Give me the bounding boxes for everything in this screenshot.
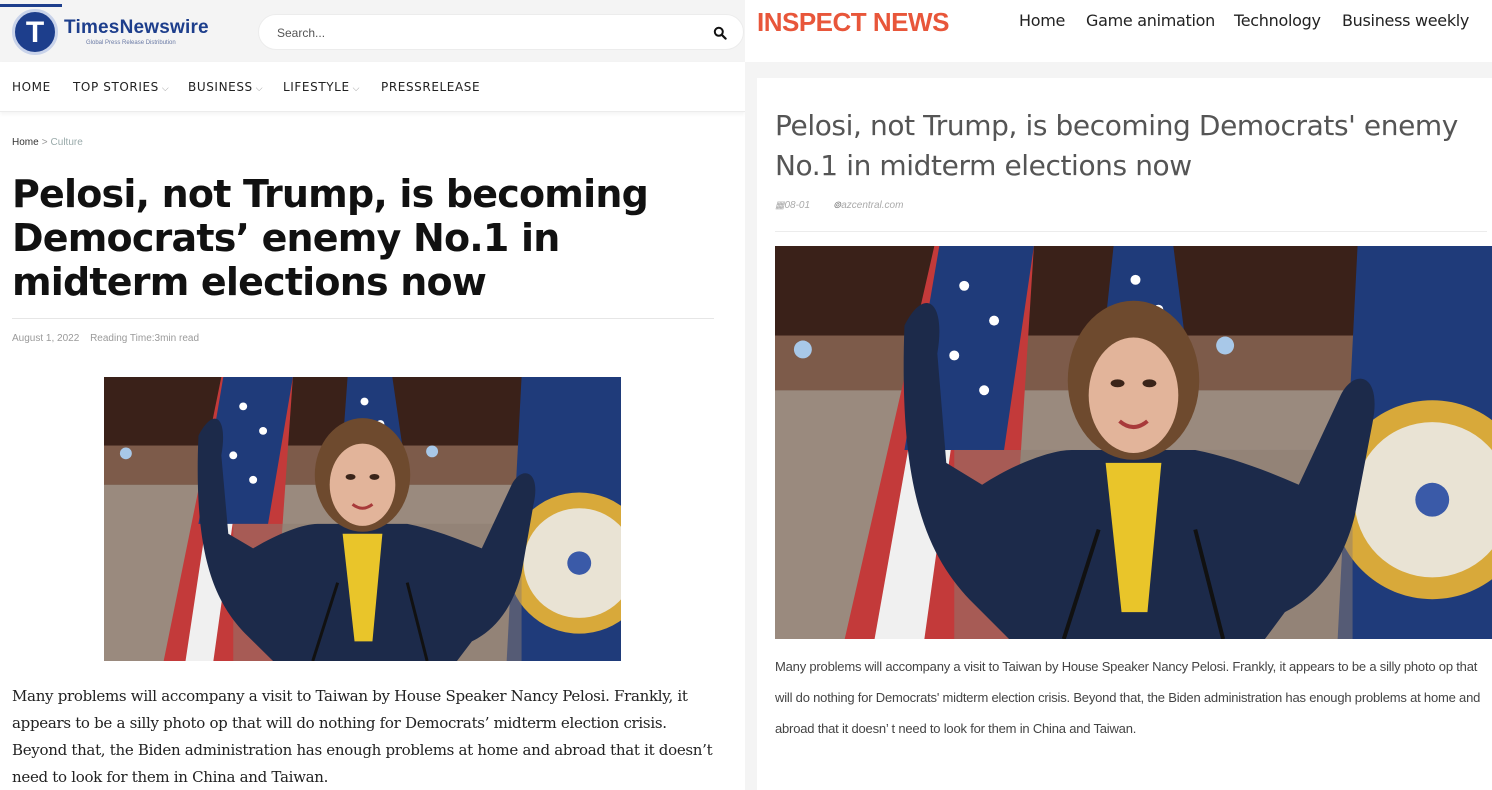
nav-item-lifestyle[interactable]: LIFESTYLE ⌵ [283, 80, 360, 94]
article-meta: ▦08-01 ⊚azcentral.com [775, 200, 903, 211]
article-photo [775, 246, 1492, 639]
logo-mark-letter: T [25, 16, 45, 49]
article-meta: August 1, 2022 Reading Time:3min read [12, 333, 199, 344]
breadcrumb-current[interactable]: Culture [51, 137, 83, 148]
title-divider [12, 318, 714, 319]
nav-item-business[interactable]: BUSINESS ⌵ [188, 80, 263, 94]
nav-item-game-animation[interactable]: Game animation [1086, 11, 1215, 30]
link-icon: ⊚ [832, 200, 842, 211]
nav-item-label: TOP STORIES [73, 80, 159, 94]
logo-mark: T [12, 9, 58, 55]
timesnewswire-page: T TimesNewswire Global Press Release Dis… [0, 0, 745, 790]
article-title: Pelosi, not Trump, is becoming Democrats… [775, 109, 1458, 182]
nav-item-home[interactable]: HOME [12, 80, 51, 94]
article-title: Pelosi, not Trump, is becoming Democrats… [12, 172, 649, 304]
search-input[interactable] [277, 24, 697, 42]
article-source[interactable]: azcentral.com [841, 200, 903, 211]
chevron-down-icon: ⌵ [255, 84, 264, 94]
main-nav: HOME TOP STORIES ⌵ BUSINESS ⌵ LIFESTYLE ⌵ P… [0, 62, 745, 112]
chevron-down-icon: ⌵ [161, 84, 170, 94]
nav-item-business-weekly[interactable]: Business weekly [1342, 11, 1469, 30]
article-body: Many problems will accompany a visit to … [12, 687, 713, 786]
title-divider [775, 231, 1487, 232]
logo-tagline: Global Press Release Distribution [86, 40, 176, 46]
press-conference-photo [104, 377, 621, 661]
chevron-down-icon: ⌵ [352, 84, 361, 94]
site-header: INSPECT NEWS Home Game animation Technol… [745, 0, 1492, 62]
inspectnews-page: INSPECT NEWS Home Game animation Technol… [745, 0, 1492, 790]
nav-item-label: BUSINESS [188, 80, 253, 94]
site-logo[interactable]: T TimesNewswire Global Press Release Dis… [12, 9, 232, 55]
logo-name: TimesNewswire [64, 17, 209, 38]
reading-time: Reading Time:3min read [90, 333, 200, 344]
press-conference-photo [775, 246, 1492, 639]
article-date: August 1, 2022 [12, 333, 80, 344]
site-header: T TimesNewswire Global Press Release Dis… [0, 0, 745, 62]
article-body: Many problems will accompany a visit to … [775, 659, 1481, 736]
nav-item-label: LIFESTYLE [283, 80, 350, 94]
article-date: 08-01 [784, 200, 811, 211]
article-card: Pelosi, not Trump, is becoming Democrats… [757, 78, 1492, 790]
nav-item-home[interactable]: Home [1019, 11, 1065, 30]
search-box [258, 14, 744, 50]
nav-item-label: HOME [12, 80, 51, 94]
nav-item-technology[interactable]: Technology [1234, 11, 1321, 30]
article-photo [104, 377, 621, 661]
nav-item-label: PRESSRELEASE [381, 80, 481, 94]
breadcrumb-separator: > [41, 137, 48, 148]
site-logo[interactable]: INSPECT NEWS [757, 7, 949, 38]
header-accent-line [0, 4, 62, 7]
breadcrumb-home[interactable]: Home [12, 137, 39, 148]
breadcrumb: Home > Culture [12, 137, 83, 148]
nav-item-top-stories[interactable]: TOP STORIES ⌵ [73, 80, 169, 94]
search-icon[interactable] [713, 26, 727, 40]
nav-item-pressrelease[interactable]: PRESSRELEASE [381, 80, 480, 94]
